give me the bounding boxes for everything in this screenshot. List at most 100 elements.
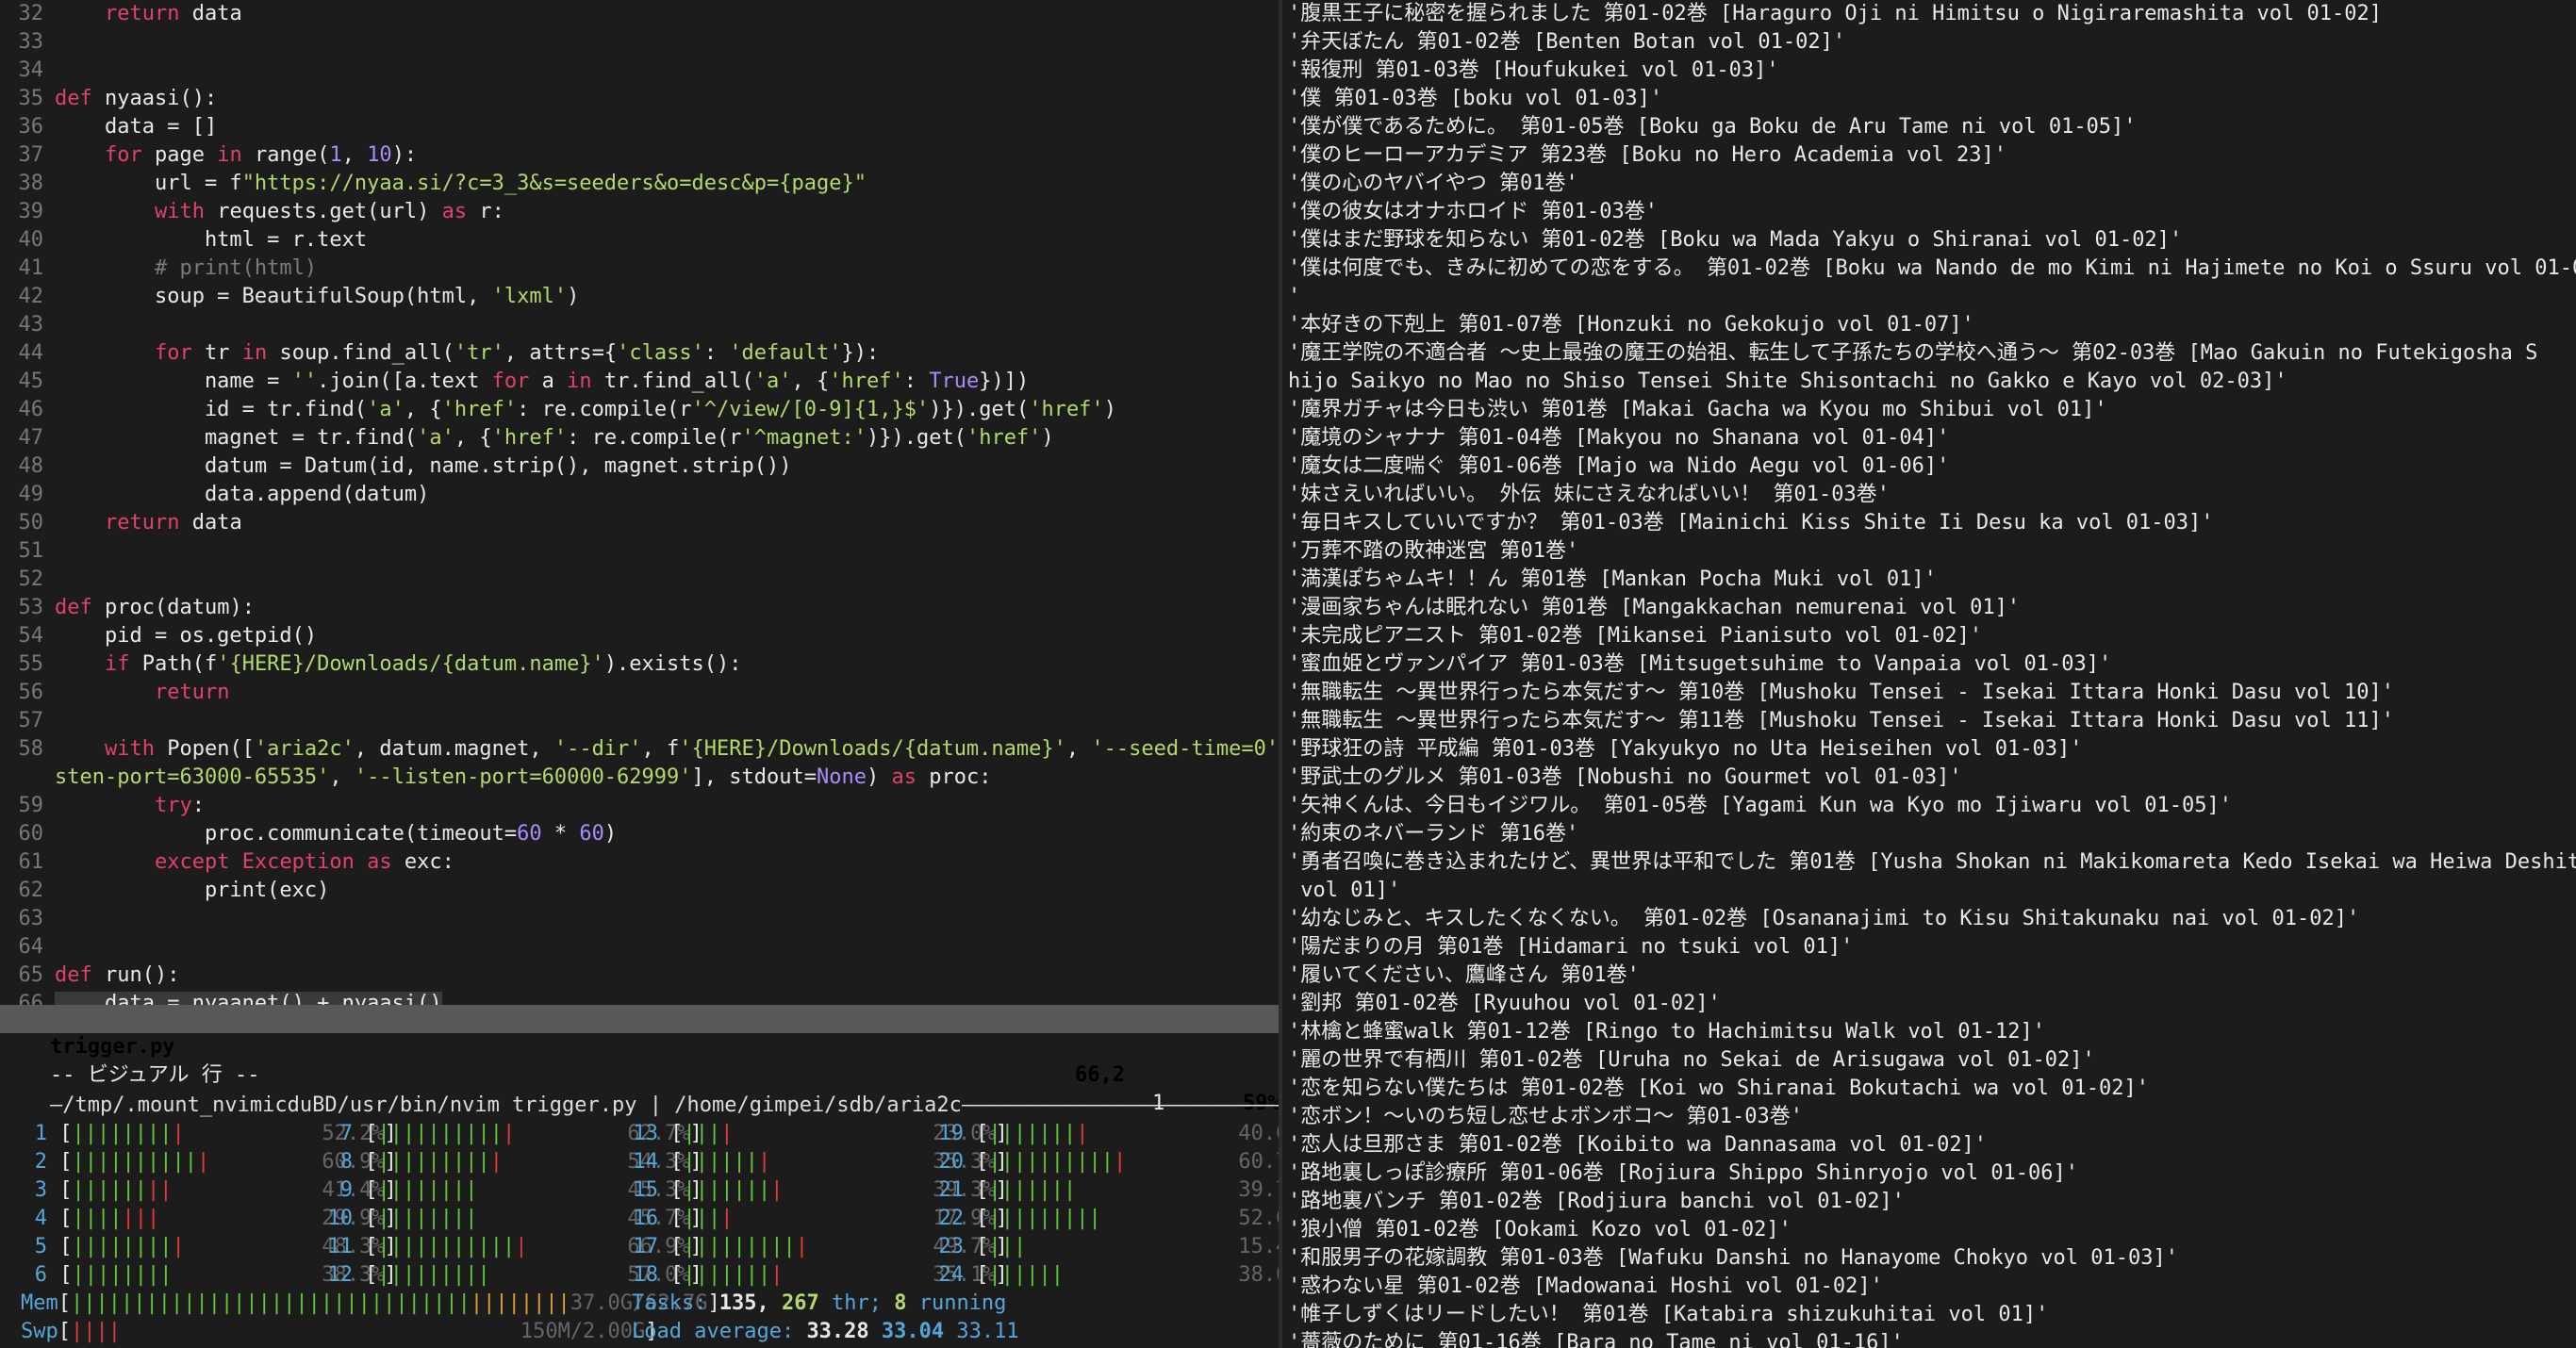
- cpu-percent: 39.7%: [1238, 1178, 1279, 1202]
- line-number: 63: [18, 907, 44, 930]
- code-text: name = ''.join([a.text for a in tr.find_…: [55, 370, 1030, 393]
- line-number: 37: [18, 143, 44, 167]
- line-number: 59: [18, 794, 44, 817]
- code-text: if Path(f'{HERE}/Downloads/{datum.name}'…: [104, 652, 742, 676]
- code-line[interactable]: 38 url = f"https://nyaa.si/?c=3_3&s=seed…: [0, 170, 1279, 198]
- line-number: 56: [18, 681, 44, 704]
- output-line: '魔境のシャナナ 第01-04巻 [Makyou no Shanana vol …: [1288, 426, 1950, 450]
- code-line[interactable]: 32 return data: [0, 0, 1279, 28]
- cpu-id: 14: [633, 1150, 659, 1174]
- cpu-bar-user: |||: [988, 1235, 1027, 1258]
- output-line: '幼なじみと、キスしたくなくない。 第01-02巻 [Osananajimi t…: [1288, 907, 2360, 930]
- output-line: '満漢ぽちゃムキ！！ん 第01巻 [Mankan Pocha Muki vol …: [1288, 567, 1937, 591]
- line-number: 35: [18, 87, 44, 110]
- htop-panel: 1 [||||||||| 52.2%] 7 [||||||||||| 62.7%]…: [0, 1120, 1279, 1346]
- code-line[interactable]: 37 for page in range(1, 10):: [0, 141, 1279, 170]
- cpu-bar-kernel: |: [515, 1235, 528, 1258]
- output-line: '僕 第01-03巻 [boku vol 01-03]': [1288, 87, 1663, 110]
- swap-meter: Swp[|||| 150M/2.00G]: [21, 1320, 658, 1343]
- cpu-id: 10: [327, 1207, 354, 1230]
- cpu-meter: 24 [|||||| 38.0%]: [935, 1261, 1280, 1290]
- cpu-id: 19: [938, 1122, 965, 1145]
- cpu-bar-user: |||||||||: [988, 1207, 1101, 1230]
- line-number: 58: [18, 737, 44, 761]
- code-line[interactable]: 48 datum = Datum(id, name.strip(), magne…: [0, 452, 1279, 481]
- code-line[interactable]: 59 try:: [0, 792, 1279, 820]
- code-line[interactable]: 45 name = ''.join([a.text for a in tr.fi…: [0, 368, 1279, 396]
- cpu-id: 2: [34, 1150, 47, 1174]
- code-line[interactable]: 60 proc.communicate(timeout=60 * 60): [0, 820, 1279, 848]
- code-line[interactable]: 53 def proc(datum):: [0, 594, 1279, 622]
- code-line[interactable]: sten-port=63000-65535', '--listen-port=6…: [0, 764, 1279, 792]
- code-line[interactable]: 36 data = []: [0, 113, 1279, 141]
- editor-pane[interactable]: 32 return data 33 34 35 def nyaasi(): 36 data…: [0, 0, 1279, 1348]
- code-editor[interactable]: 32 return data 33 34 35 def nyaasi(): 36 data…: [0, 0, 1279, 1018]
- cpu-id: 6: [34, 1263, 47, 1287]
- output-line: '陽だまりの月 第01巻 [Hidamari no tsuki vol 01]': [1288, 935, 1854, 959]
- output-line: '約束のネバーランド 第16巻': [1288, 822, 1579, 846]
- cpu-id: 23: [938, 1235, 965, 1258]
- code-line[interactable]: 65 def run():: [0, 962, 1279, 990]
- line-number: 39: [18, 200, 44, 223]
- cpu-bar-user: |||: [683, 1207, 721, 1230]
- code-line[interactable]: 64: [0, 933, 1279, 962]
- code-line[interactable]: 39 with requests.get(url) as r:: [0, 198, 1279, 226]
- output-line: '恋人は旦那さま 第01-02巻 [Koibito wa Dannasama v…: [1288, 1133, 1988, 1157]
- cpu-bar-user: ||||||||: [377, 1178, 478, 1202]
- line-number: 44: [18, 341, 44, 365]
- code-line[interactable]: 41 # print(html): [0, 255, 1279, 283]
- code-text: pid = os.getpid(): [55, 624, 318, 648]
- code-line[interactable]: 43: [0, 311, 1279, 339]
- code-line[interactable]: 40 html = r.text: [0, 226, 1279, 255]
- code-line[interactable]: 42 soup = BeautifulSoup(html, 'lxml'): [0, 283, 1279, 311]
- line-number: 32: [18, 2, 44, 25]
- code-text: proc.communicate(timeout=60 * 60): [55, 822, 618, 846]
- output-pane[interactable]: '腹黒王子に秘密を握られました 第01-02巻 [Haraguro Oji ni…: [1282, 0, 2576, 1348]
- code-line[interactable]: 46 id = tr.find('a', {'href': re.compile…: [0, 396, 1279, 424]
- code-line[interactable]: 63: [0, 905, 1279, 933]
- code-line[interactable]: 55 if Path(f'{HERE}/Downloads/{datum.nam…: [0, 650, 1279, 679]
- code-line[interactable]: 33: [0, 28, 1279, 57]
- vim-modeline: -- ビジュアル 行 -- 1: [0, 1033, 1279, 1115]
- code-line[interactable]: 49 data.append(datum): [0, 481, 1279, 509]
- line-number: 61: [18, 850, 44, 874]
- code-line[interactable]: 47 magnet = tr.find('a', {'href': re.com…: [0, 424, 1279, 452]
- code-line[interactable]: 56 return: [0, 679, 1279, 707]
- code-line[interactable]: 50 return data: [0, 509, 1279, 537]
- line-number: 57: [18, 709, 44, 732]
- code-text: return data: [104, 2, 242, 25]
- code-line[interactable]: 44 for tr in soup.find_all('tr', attrs={…: [0, 339, 1279, 368]
- output-list: '腹黒王子に秘密を握られました 第01-02巻 [Haraguro Oji ni…: [1282, 0, 2576, 1348]
- output-line: '恋を知らない僕たちは 第01-02巻 [Koi wo Shiranai Bok…: [1288, 1077, 2150, 1100]
- output-line: '無職転生 ～異世界行ったら本気だす～ 第11巻 [Mushoku Tensei…: [1288, 709, 2394, 732]
- code-line[interactable]: 34: [0, 57, 1279, 85]
- output-line: '恋ボン！～いのち短し恋せよボンボコ～ 第01-03巻': [1288, 1105, 1803, 1128]
- cpu-id: 24: [938, 1263, 965, 1287]
- output-line: '矢神くんは、今日もイジワル。 第01-05巻 [Yagami Kun wa K…: [1288, 794, 2233, 817]
- code-line[interactable]: 57: [0, 707, 1279, 735]
- code-line[interactable]: 61 except Exception as exc:: [0, 848, 1279, 877]
- code-text: return: [154, 681, 230, 704]
- line-number: 55: [18, 652, 44, 676]
- code-line[interactable]: 62 print(exc): [0, 877, 1279, 905]
- code-line[interactable]: 54 pid = os.getpid(): [0, 622, 1279, 650]
- cpu-bar-user: |||||||||||: [377, 1235, 516, 1258]
- code-line[interactable]: 35 def nyaasi():: [0, 85, 1279, 113]
- code-line[interactable]: 52: [0, 566, 1279, 594]
- cpu-id: 12: [327, 1263, 354, 1287]
- line-number: 34: [18, 58, 44, 82]
- line-number: 64: [18, 935, 44, 959]
- cpu-bar-kernel: |: [770, 1263, 784, 1287]
- code-line[interactable]: 51: [0, 537, 1279, 566]
- cpu-bar-user: |||||||||: [683, 1235, 796, 1258]
- cpu-bar-kernel: |: [720, 1122, 734, 1145]
- output-line: vol 01]': [1288, 879, 1401, 902]
- cpu-bar-user: ||||||||||: [377, 1122, 503, 1145]
- cpu-bar-user: ||||: [72, 1207, 123, 1230]
- output-line: ': [1288, 285, 1301, 308]
- cpu-id: 8: [339, 1150, 353, 1174]
- output-line: '僕が僕であるために。 第01-05巻 [Boku ga Boku de Aru…: [1288, 115, 2137, 139]
- code-line[interactable]: 58 with Popen(['aria2c', datum.magnet, '…: [0, 735, 1280, 764]
- line-number: 50: [18, 511, 44, 534]
- cpu-bar-user: ||||||||: [72, 1263, 173, 1287]
